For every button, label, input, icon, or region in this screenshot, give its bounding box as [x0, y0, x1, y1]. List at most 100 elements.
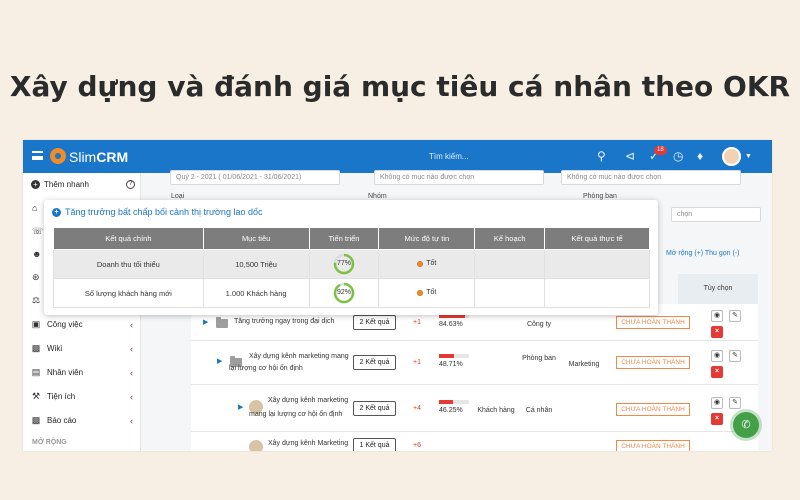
user-icon[interactable]: ☻: [32, 249, 41, 259]
delta-value: +1: [413, 319, 421, 326]
chevron-down-icon[interactable]: ▼: [745, 153, 752, 160]
objective-name[interactable]: Xây dựng kênh marketing: [268, 395, 348, 407]
scope-value: Phòng ban: [522, 355, 556, 362]
key-results-button[interactable]: 2 Kết quả: [353, 355, 396, 370]
sidebar-item-cong-viec[interactable]: ▣ Công việc ‹: [31, 319, 133, 330]
hamburger-menu-icon[interactable]: [32, 151, 43, 160]
sidebar-item-bao-cao[interactable]: ▩ Báo cáo ‹: [31, 415, 133, 426]
plan-cell: [474, 278, 546, 308]
cart-icon[interactable]: ⊛: [32, 272, 40, 283]
expand-triangle-icon[interactable]: ▶: [203, 318, 208, 326]
home-icon[interactable]: ⌂: [32, 203, 37, 213]
view-eye-icon[interactable]: ◉: [711, 310, 723, 322]
actual-cell: [544, 278, 650, 308]
user-avatar[interactable]: [722, 147, 741, 166]
header-plan: Kế hoạch: [474, 227, 546, 250]
delete-button[interactable]: ×: [711, 366, 723, 378]
target-value: 10,500 Triệu: [202, 249, 310, 279]
bell-icon[interactable]: ♦: [697, 149, 703, 163]
delete-button[interactable]: ×: [711, 326, 723, 338]
target-value: 1.000 Khách hàng: [202, 278, 310, 308]
sidebar-item-label: Báo cáo: [47, 416, 77, 425]
chevron-left-icon: ‹: [130, 319, 133, 330]
key-results-popup: + Tăng trưởng bất chấp bối cảnh thị trườ…: [44, 200, 658, 315]
quick-add-button[interactable]: + Thêm nhanh ?: [31, 180, 135, 189]
logo-gear-icon: [50, 148, 66, 164]
plan-cell: [474, 249, 546, 279]
phone-call-button[interactable]: ✆: [733, 412, 759, 438]
delta-value: +1: [413, 359, 421, 366]
app-logo[interactable]: SlimCRM: [69, 149, 128, 165]
edit-pencil-icon[interactable]: ✎: [729, 350, 741, 362]
confidence-cell: Tốt: [378, 249, 476, 279]
chevron-left-icon: ‹: [130, 367, 133, 378]
folder-icon: [216, 317, 228, 328]
status-badge: CHƯA HOÀN THÀNH: [616, 440, 690, 451]
edit-pencil-icon[interactable]: ✎: [729, 397, 741, 409]
sidebar-item-nhan-vien[interactable]: ▤ Nhân viên ‹: [31, 367, 133, 378]
key-results-button[interactable]: 2 Kết quả: [353, 315, 396, 330]
key-results-button[interactable]: 1 Kết quả: [353, 438, 396, 451]
clock-icon[interactable]: ◷: [673, 149, 683, 163]
table-row[interactable]: ▶ Xây dựng kênh marketing mang lại lượng…: [191, 385, 758, 432]
audience-value: Khách hàng: [477, 407, 515, 414]
objective-name[interactable]: Tăng trưởng ngay trong đại dịch: [234, 316, 334, 328]
header-key-result: Kết quả chính: [53, 227, 204, 250]
objective-name-line2: lại lượng cơ hội ổn định: [229, 365, 303, 372]
expand-triangle-icon[interactable]: ▶: [217, 357, 222, 365]
key-results-button[interactable]: 2 Kết quả: [353, 401, 396, 416]
phone-icon[interactable]: ☏: [32, 226, 43, 237]
actual-cell: [544, 249, 650, 279]
progress-percent: 77%: [336, 260, 351, 267]
sidebar-item-label: Công việc: [47, 320, 83, 329]
progress-percent: 92%: [336, 289, 351, 296]
chevron-left-icon: ‹: [130, 343, 133, 354]
sidebar-item-wiki[interactable]: ▩ Wiki ‹: [31, 343, 133, 354]
group-select[interactable]: Không có mục nào được chọn: [561, 170, 741, 185]
progress-bar: [439, 400, 469, 404]
type-select[interactable]: Không có mục nào được chọn: [374, 170, 544, 185]
table-row[interactable]: Xây dựng kênh Marketing 1 Kết quả +6 CHƯ…: [191, 432, 758, 451]
options-column-header: Tùy chọn: [678, 274, 758, 304]
help-icon[interactable]: ?: [126, 180, 135, 189]
search-icon[interactable]: ⚲: [597, 149, 606, 163]
table-row[interactable]: ▶ Xây dựng kênh marketing mang lại lượng…: [191, 341, 758, 385]
plus-icon: +: [31, 180, 40, 189]
page-headline: Xây dựng và đánh giá mục tiêu cá nhân th…: [9, 70, 791, 103]
search-input[interactable]: Tìm kiếm...: [429, 152, 469, 161]
confidence-dot-icon: [417, 289, 424, 296]
objective-name[interactable]: Xây dựng kênh Marketing: [268, 438, 348, 450]
scope-value: Cá nhân: [525, 407, 553, 414]
department-label: Phòng ban: [583, 193, 617, 200]
expand-collapse-links[interactable]: Mở rộng (+) Thu gọn (-): [666, 250, 740, 257]
status-badge: CHƯA HOÀN THÀNH: [616, 356, 690, 369]
confidence-cell: Tốt: [378, 278, 476, 308]
share-icon[interactable]: ⊲: [625, 149, 635, 163]
chevron-left-icon: ‹: [130, 415, 133, 426]
chevron-left-icon: ‹: [130, 391, 133, 402]
scale-icon[interactable]: ⚖: [32, 295, 40, 306]
edit-pencil-icon[interactable]: ✎: [729, 310, 741, 322]
progress-cell: 77%: [308, 249, 380, 279]
status-badge: CHƯA HOÀN THÀNH: [616, 316, 690, 329]
view-eye-icon[interactable]: ◉: [711, 397, 723, 409]
progress-value: 84.63%: [439, 321, 463, 328]
expand-triangle-icon[interactable]: ▶: [238, 403, 243, 411]
sidebar-item-tien-ich[interactable]: ⚒ Tiện ích ‹: [31, 391, 133, 402]
department-value: Marketing: [568, 361, 600, 368]
scope-value: Công ty: [526, 321, 552, 328]
objective-name[interactable]: Xây dựng kênh marketing mang: [249, 351, 349, 363]
delta-value: +6: [413, 442, 421, 449]
period-select[interactable]: Quý 2 - 2021 ( 01/06/2021 - 31/06/2021): [170, 170, 340, 185]
status-badge: CHƯA HOÀN THÀNH: [616, 403, 690, 416]
chart-icon: ▩: [31, 415, 41, 425]
view-eye-icon[interactable]: ◉: [711, 350, 723, 362]
objective-name-line2: mang lại lượng cơ hội ổn định: [249, 411, 343, 418]
notification-badge: 18: [654, 146, 667, 155]
delete-button[interactable]: ×: [711, 413, 723, 425]
confidence-value: Tốt: [426, 260, 437, 267]
department-select[interactable]: chọn: [671, 207, 761, 222]
progress-cell: 92%: [308, 278, 380, 308]
progress-ring: 92%: [333, 282, 355, 304]
header-progress: Tiến triển: [308, 227, 380, 250]
